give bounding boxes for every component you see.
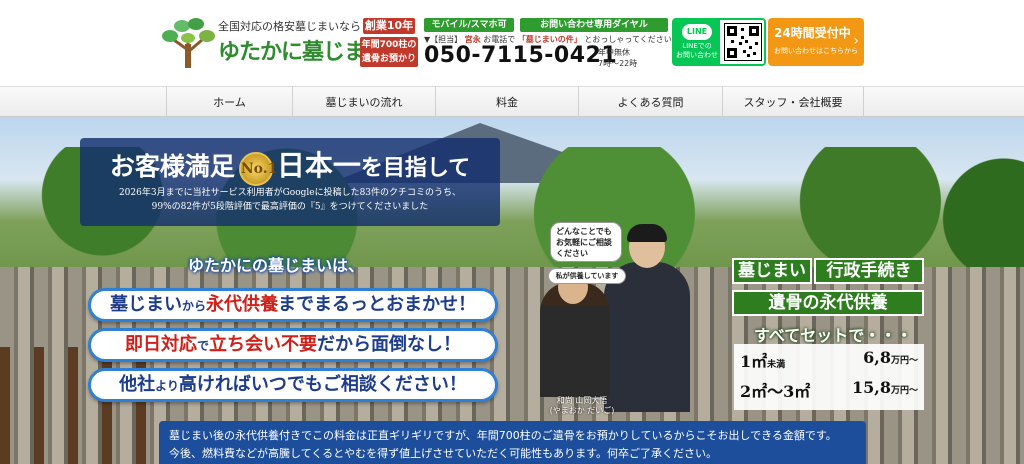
- satisfaction-subtext: 2026年3月までに当社サービス利用者がGoogleに投稿した83件のクチコミの…: [80, 186, 500, 214]
- sat-sub1: 2026年3月までに当社サービス利用者がGoogleに投稿した83件のクチコミの…: [118, 188, 462, 198]
- pill1-c: 永代供養: [206, 294, 278, 315]
- priest-reading: (やまおか だいご): [549, 406, 615, 415]
- price2-label: 2㎡〜3㎡: [740, 382, 811, 401]
- nav-item-staff[interactable]: スタッフ・会社概要: [722, 87, 864, 118]
- phone-number-link[interactable]: 050-7115-0421: [424, 43, 617, 68]
- pill2-a: 即日対応: [124, 334, 197, 355]
- notice-line2: 今後、燃料費などが高騰してくるとやむを得ず値上げさせていただく可能性もあります。…: [169, 447, 718, 460]
- remains-badge: 年間700柱の 遺骨お預かり: [360, 37, 418, 67]
- price-notice: 墓じまい後の永代供養付きでこの料金は正直ギリギリですが、年間700柱のご遺骨をお…: [159, 421, 866, 464]
- satisfaction-panel: お客様満足 No.1日本一を目指して 2026年3月までに当社サービス利用者がGo…: [80, 138, 500, 226]
- pill1-a: 墓じまい: [109, 294, 182, 315]
- sat-title-a: お客様満足: [109, 152, 235, 181]
- qr-code-icon: [724, 23, 762, 61]
- nav-item-faq[interactable]: よくある質問: [578, 87, 722, 118]
- set-label: すべてセットで・・・: [754, 326, 913, 345]
- feature-pill-1: 墓じまいから永代供養までまるっとおまかせ！: [88, 288, 498, 322]
- price1-label-sub: 未満: [767, 360, 786, 370]
- no1-medal-icon: No.1: [238, 151, 277, 186]
- staff-hair: [627, 224, 667, 242]
- remains-badge-line2: 遺骨お預かり: [361, 54, 416, 64]
- cta-subtitle: お問い合わせはこちらから: [774, 47, 858, 55]
- sat-sub2: 99%の82件が5段階評価で最高評価の『5』をつけてくださいました: [151, 202, 429, 212]
- price1-value: 6,8万円〜: [863, 348, 918, 367]
- logo-tagline: 全国対応の格安墓じまいなら: [218, 20, 361, 33]
- chevron-right-icon: ›: [853, 33, 859, 49]
- service-tag-eternal: 遺骨の永代供養: [732, 290, 924, 316]
- cta-title: 24時間受付中: [774, 26, 851, 40]
- qr-dots: [731, 28, 758, 57]
- line-panel: LINE LINEでの お問い合わせ: [674, 20, 720, 64]
- tree-logo-icon: [162, 18, 215, 68]
- nav-item-home[interactable]: ホーム: [166, 87, 292, 118]
- pill3-b: より: [155, 379, 179, 393]
- pill3-c: 高ければいつでもご相談ください！: [178, 374, 467, 395]
- phone-label-dedicated: お問い合わせ専用ダイヤル: [520, 18, 668, 32]
- price1-label-main: 1㎡: [740, 352, 768, 371]
- feature-pill-3: 他社より高ければいつでもご相談ください！: [88, 368, 498, 402]
- line-sub2: お問い合わせ: [676, 51, 718, 59]
- contact-24h-button[interactable]: 24時間受付中 お問い合わせはこちらから ›: [768, 18, 864, 66]
- line-icon: LINE: [682, 24, 712, 40]
- years-badge: 創業10年: [363, 18, 415, 34]
- feature-pill-2: 即日対応で立ち会い不要だから面倒なし！: [88, 328, 498, 362]
- pill1-d: までまるっとおまかせ！: [278, 294, 476, 315]
- phone-hours-line2: 7時～22時: [598, 59, 638, 68]
- staff-photo: [604, 224, 690, 412]
- pill2-c: 立ち会い不要: [209, 334, 317, 355]
- phone-label-mobile: モバイル/スマホ可: [424, 18, 514, 32]
- phone-hours-line1: 年中無休: [598, 48, 630, 57]
- price-box: 1㎡未満 6,8万円〜 2㎡〜3㎡ 15,8万円〜: [734, 344, 924, 410]
- price2-amount: 15,8: [852, 378, 891, 397]
- pill2-b: で: [196, 339, 209, 353]
- price1-label: 1㎡未満: [740, 348, 785, 372]
- railing-background: [0, 347, 160, 464]
- speech-bubble-consult: どんなことでもお気軽にご相談ください: [550, 222, 622, 262]
- pill2-d: だから面倒なし！: [317, 334, 461, 355]
- pill3-a: 他社: [119, 374, 156, 395]
- price2-value: 15,8万円〜: [852, 378, 918, 397]
- site-header: 全国対応の格安墓じまいなら ゆたかに墓じまい 創業10年 年間700柱の 遺骨お…: [0, 0, 1024, 86]
- priest-photo: [540, 270, 610, 397]
- sat-title-c: を目指して: [360, 155, 471, 181]
- service-tag-admin: 行政手続き: [814, 258, 924, 284]
- price2-unit: 万円〜: [890, 386, 918, 396]
- site-logo[interactable]: 全国対応の格安墓じまいなら ゆたかに墓じまい: [160, 16, 387, 72]
- pill1-b: から: [181, 299, 206, 313]
- sat-title-b: 日本一: [276, 149, 361, 182]
- price1-amount: 6,8: [863, 348, 891, 367]
- satisfaction-title: お客様満足 No.1日本一を目指して: [80, 144, 500, 186]
- remains-badge-line1: 年間700柱の: [361, 40, 417, 50]
- priest-nameplate: 和尚 山岡大悟 (やまおか だいご): [546, 396, 618, 416]
- speech-bubble-priest: 私が供養しています: [548, 268, 626, 284]
- notice-line1: 墓じまい後の永代供養付きでこの料金は正直ギリギリですが、年間700柱のご遺骨をお…: [169, 429, 837, 442]
- priest-name: 和尚 山岡大悟: [556, 396, 608, 405]
- phone-hours: 年中無休 7時～22時: [598, 47, 637, 69]
- nav-item-flow[interactable]: 墓じまいの流れ: [292, 87, 435, 118]
- price1-unit: 万円〜: [890, 356, 918, 366]
- line-sub1: LINEでの: [682, 42, 712, 50]
- line-contact-button[interactable]: LINE LINEでの お問い合わせ: [672, 18, 766, 66]
- yutakani-heading: ゆたかにの墓じまいは、: [188, 256, 365, 275]
- main-nav: ホーム 墓じまいの流れ 料金 よくある質問 スタッフ・会社概要: [0, 86, 1024, 118]
- nav-item-price[interactable]: 料金: [435, 87, 578, 118]
- service-tag-grave: 墓じまい: [732, 258, 812, 284]
